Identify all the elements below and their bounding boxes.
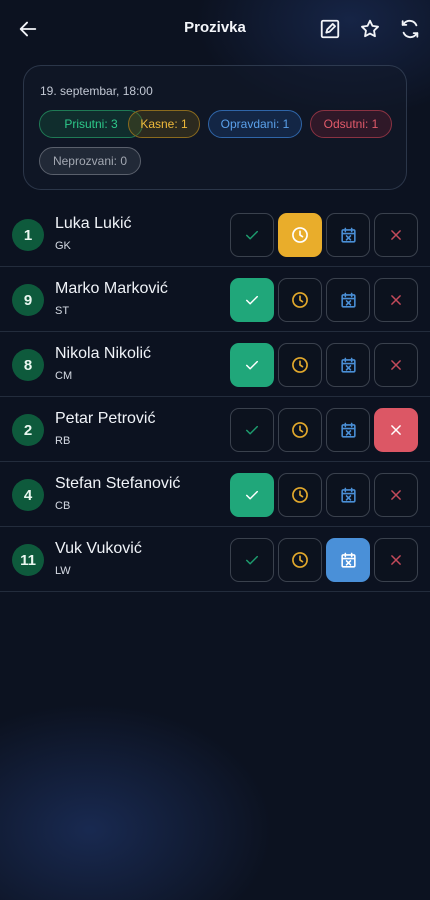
clock-icon bbox=[292, 357, 308, 373]
mark-late-button[interactable] bbox=[278, 278, 322, 322]
check-icon bbox=[246, 295, 258, 305]
mark-present-button[interactable] bbox=[230, 213, 274, 257]
player-name: Luka Lukić bbox=[55, 215, 132, 232]
sync-icon bbox=[401, 19, 419, 39]
mark-late-button[interactable] bbox=[278, 343, 322, 387]
mark-absent-button[interactable] bbox=[374, 538, 418, 582]
player-position: RB bbox=[55, 435, 71, 447]
player-row: 11 Vuk Vuković LW bbox=[0, 527, 430, 592]
mark-excused-button[interactable] bbox=[326, 278, 370, 322]
calendar-x-icon bbox=[340, 292, 356, 308]
attendance-summary-card: 19. septembar, 18:00 Prisutni: 3 Kasne: … bbox=[23, 65, 407, 190]
mark-present-button[interactable] bbox=[230, 473, 274, 517]
close-icon bbox=[391, 295, 401, 305]
clock-icon bbox=[292, 292, 308, 308]
calendar-x-icon bbox=[340, 552, 356, 568]
mark-late-button[interactable] bbox=[278, 408, 322, 452]
player-name: Stefan Stefanović bbox=[55, 475, 181, 492]
mark-excused-button[interactable] bbox=[326, 538, 370, 582]
mark-late-button[interactable] bbox=[278, 473, 322, 517]
star-icon bbox=[361, 19, 379, 38]
clock-icon bbox=[292, 487, 308, 503]
player-row: 2 Petar Petrović RB bbox=[0, 397, 430, 462]
jersey-number: 1 bbox=[23, 226, 33, 244]
check-icon bbox=[246, 490, 258, 500]
close-icon bbox=[391, 425, 401, 435]
excused-count-chip[interactable]: Opravdani: 1 bbox=[208, 110, 302, 138]
jersey-number-badge: 11 bbox=[12, 544, 44, 576]
player-row: 9 Marko Marković ST bbox=[0, 267, 430, 332]
player-row: 1 Luka Lukić GK bbox=[0, 202, 430, 267]
clock-icon bbox=[292, 422, 308, 438]
jersey-number-badge: 1 bbox=[12, 219, 44, 251]
mark-present-button[interactable] bbox=[230, 538, 274, 582]
mark-excused-button[interactable] bbox=[326, 343, 370, 387]
player-name: Vuk Vuković bbox=[55, 540, 142, 557]
jersey-number: 4 bbox=[23, 486, 33, 504]
top-app-bar: Prozivka bbox=[0, 0, 430, 58]
mark-present-button[interactable] bbox=[230, 408, 274, 452]
calendar-x-icon bbox=[340, 422, 356, 438]
clock-icon bbox=[292, 227, 308, 243]
calendar-x-icon bbox=[340, 487, 356, 503]
jersey-number: 2 bbox=[23, 421, 33, 439]
player-name: Marko Marković bbox=[55, 280, 168, 297]
mark-excused-button[interactable] bbox=[326, 213, 370, 257]
check-icon bbox=[246, 230, 258, 240]
unmarked-count-chip[interactable]: Neprozvani: 0 bbox=[39, 147, 141, 175]
calendar-x-icon bbox=[340, 357, 356, 373]
jersey-number-badge: 9 bbox=[12, 284, 44, 316]
close-icon bbox=[391, 230, 401, 240]
late-count-chip[interactable]: Kasne: 1 bbox=[128, 110, 200, 138]
player-position: ST bbox=[55, 305, 70, 317]
check-icon bbox=[246, 425, 258, 435]
check-icon bbox=[246, 360, 258, 370]
mark-excused-button[interactable] bbox=[326, 408, 370, 452]
mark-absent-button[interactable] bbox=[374, 408, 418, 452]
mark-absent-button[interactable] bbox=[374, 278, 418, 322]
absent-count-chip[interactable]: Odsutni: 1 bbox=[310, 110, 392, 138]
mark-present-button[interactable] bbox=[230, 278, 274, 322]
close-icon bbox=[391, 555, 401, 565]
session-date: 19. septembar, 18:00 bbox=[40, 84, 153, 98]
calendar-x-icon bbox=[340, 227, 356, 243]
close-icon bbox=[391, 360, 401, 370]
player-row: 4 Stefan Stefanović CB bbox=[0, 462, 430, 527]
mark-present-button[interactable] bbox=[230, 343, 274, 387]
player-position: GK bbox=[55, 240, 71, 252]
edit-button[interactable] bbox=[315, 14, 345, 44]
jersey-number-badge: 2 bbox=[12, 414, 44, 446]
player-row: 8 Nikola Nikolić CM bbox=[0, 332, 430, 397]
jersey-number-badge: 8 bbox=[12, 349, 44, 381]
edit-note-icon bbox=[320, 19, 340, 39]
mark-absent-button[interactable] bbox=[374, 343, 418, 387]
player-position: CM bbox=[55, 370, 73, 382]
mark-late-button[interactable] bbox=[278, 538, 322, 582]
player-name: Nikola Nikolić bbox=[55, 345, 152, 362]
close-icon bbox=[391, 490, 401, 500]
check-icon bbox=[246, 555, 258, 565]
mark-absent-button[interactable] bbox=[374, 213, 418, 257]
jersey-number-badge: 4 bbox=[12, 479, 44, 511]
favorite-button[interactable] bbox=[355, 14, 385, 44]
player-name: Petar Petrović bbox=[55, 410, 156, 427]
mark-late-button[interactable] bbox=[278, 213, 322, 257]
mark-absent-button[interactable] bbox=[374, 473, 418, 517]
player-position: CB bbox=[55, 500, 71, 512]
refresh-button[interactable] bbox=[395, 14, 425, 44]
jersey-number: 9 bbox=[23, 291, 33, 309]
mark-excused-button[interactable] bbox=[326, 473, 370, 517]
jersey-number: 11 bbox=[20, 551, 36, 569]
clock-icon bbox=[292, 552, 308, 568]
player-position: LW bbox=[55, 565, 71, 577]
jersey-number: 8 bbox=[23, 356, 33, 374]
